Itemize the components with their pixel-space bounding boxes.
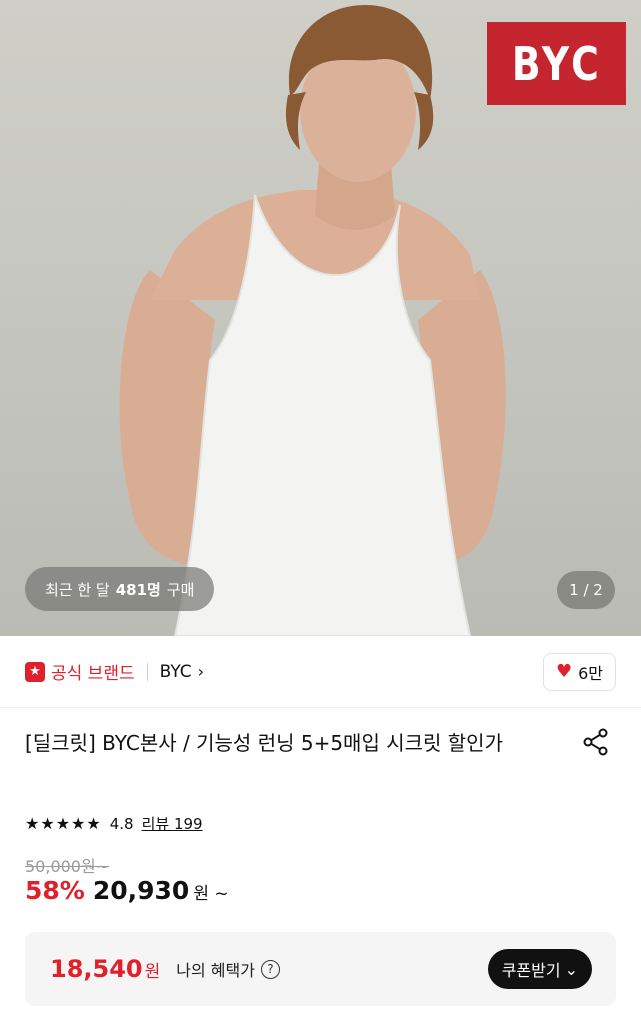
chevron-down-icon: ⌄ <box>564 959 578 979</box>
original-price: 50,000원~ <box>25 857 110 876</box>
discount-rate: 58% <box>25 876 85 905</box>
brand-link[interactable]: BYC › <box>160 662 204 682</box>
divider <box>146 662 148 681</box>
benefit-label: 나의 혜택가 <box>176 961 255 980</box>
price-row: 58% 20,930 원 ~ <box>25 876 229 905</box>
benefit-price-unit: 원 <box>144 961 161 982</box>
review-link[interactable]: 리뷰 199 <box>142 813 203 834</box>
purchase-suffix: 구매 <box>166 580 195 599</box>
my-benefit-box: 18,540 원 나의 혜택가 ? 쿠폰받기 ⌄ <box>25 932 616 1006</box>
benefit-label-group: 나의 혜택가 ? <box>176 957 280 981</box>
like-button[interactable]: ♥ 6만 <box>542 652 616 691</box>
brand-row: ★ 공식 브랜드 BYC › ♥ 6만 <box>0 636 641 708</box>
heart-icon: ♥ <box>555 661 573 682</box>
rating-row: ★★★★★ 4.8 리뷰 199 <box>25 813 203 834</box>
share-icon[interactable] <box>582 728 610 756</box>
help-icon[interactable]: ? <box>260 959 280 979</box>
official-brand-label: 공식 브랜드 <box>51 664 135 684</box>
benefit-price: 18,540 <box>50 955 143 983</box>
chevron-right-icon: › <box>197 662 205 681</box>
star-badge-icon: ★ <box>25 661 45 682</box>
get-coupon-button[interactable]: 쿠폰받기 ⌄ <box>487 949 592 989</box>
brand-name: BYC <box>159 661 192 682</box>
product-title-area: [딜크릿] BYC본사 / 기능성 런닝 5+5매입 시크릿 할인가 <box>25 726 555 760</box>
official-brand-badge: ★ 공식 브랜드 <box>25 659 135 684</box>
image-page-indicator: 1 / 2 <box>557 571 615 609</box>
sale-price: 20,930 <box>92 876 190 905</box>
sale-price-unit: 원 ~ <box>193 884 229 904</box>
brand-logo-text: BYC <box>511 36 602 91</box>
brand-logo: BYC <box>487 22 626 105</box>
purchase-count: 481명 <box>115 580 161 599</box>
product-title: [딜크릿] BYC본사 / 기능성 런닝 5+5매입 시크릿 할인가 <box>25 731 503 755</box>
rating-value: 4.8 <box>109 814 134 833</box>
coupon-button-label: 쿠폰받기 <box>501 961 561 980</box>
rating-stars-icon: ★★★★★ <box>25 814 102 833</box>
like-count: 6만 <box>578 663 603 683</box>
product-image-carousel[interactable]: BYC 최근 한 달 481명 구매 1 / 2 <box>0 0 641 636</box>
recent-purchase-badge: 최근 한 달 481명 구매 <box>25 567 215 611</box>
purchase-prefix: 최근 한 달 <box>45 580 110 599</box>
